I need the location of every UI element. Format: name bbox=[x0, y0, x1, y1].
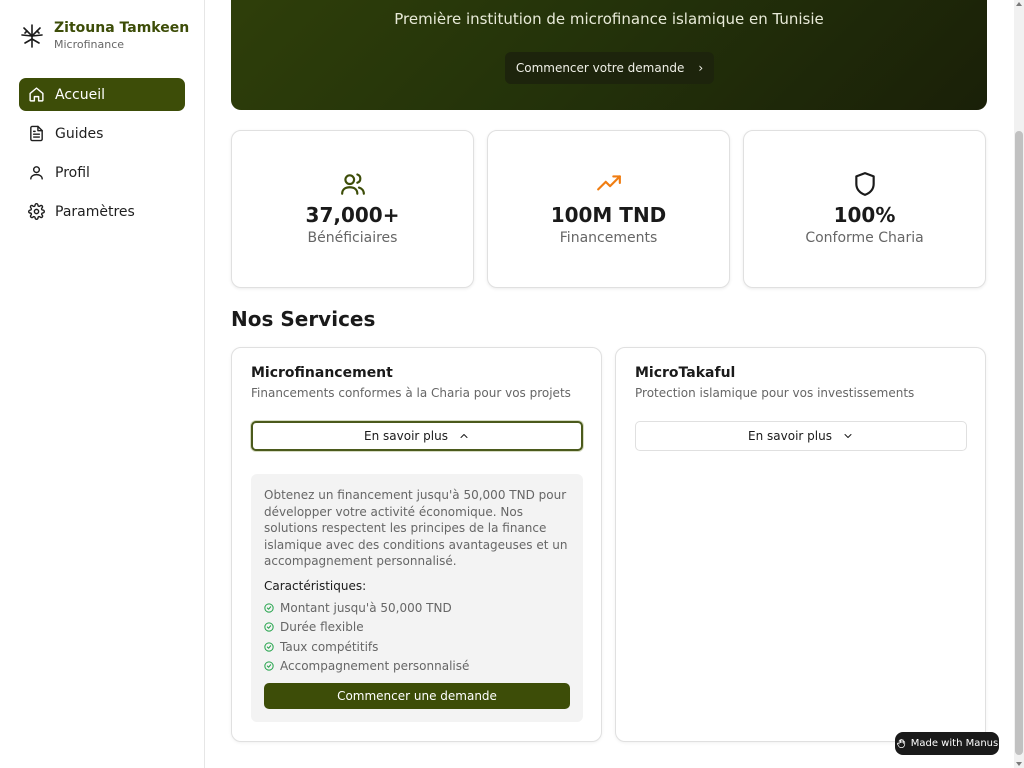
hero-subtitle: Première institution de microfinance isl… bbox=[394, 10, 824, 28]
manus-hand-icon bbox=[896, 739, 905, 748]
sidebar: Zitouna Tamkeen Microfinance Accueil Gui… bbox=[0, 0, 205, 768]
badge-label: Made with Manus bbox=[910, 738, 999, 749]
stat-card-financements: 100M TND Financements bbox=[487, 130, 730, 288]
card-description: Financements conformes à la Charia pour … bbox=[251, 386, 571, 400]
stat-value: 100M TND bbox=[550, 203, 667, 227]
scrollbar-thumb[interactable] bbox=[1015, 131, 1023, 755]
scroll-down-arrow-icon[interactable] bbox=[1016, 762, 1022, 766]
start-application-label: Commencer votre demande bbox=[515, 61, 685, 75]
details-panel: Obtenez un financement jusqu'à 50,000 TN… bbox=[251, 474, 583, 722]
scroll-up-arrow-icon[interactable] bbox=[1016, 2, 1022, 6]
check-circle-icon bbox=[264, 661, 274, 671]
brand-name: Zitouna Tamkeen bbox=[54, 20, 190, 36]
sidebar-item-guides[interactable]: Guides bbox=[19, 117, 185, 150]
chevron-up-icon bbox=[460, 434, 468, 438]
card-title: Microfinancement bbox=[251, 365, 393, 381]
feature-label: Durée flexible bbox=[280, 620, 364, 635]
sidebar-item-label: Guides bbox=[55, 125, 104, 142]
sidebar-nav: Accueil Guides Profil Paramètres bbox=[19, 78, 185, 234]
stat-card-conforme-charia: 100% Conforme Charia bbox=[743, 130, 986, 288]
section-title: Nos Services bbox=[231, 307, 376, 331]
card-title: MicroTakaful bbox=[635, 365, 736, 381]
stat-card-beneficiaires: 37,000+ Bénéficiaires bbox=[231, 130, 474, 288]
check-circle-icon bbox=[264, 622, 274, 632]
sidebar-item-label: Paramètres bbox=[55, 203, 135, 220]
users-icon bbox=[341, 173, 365, 195]
sidebar-item-parametres[interactable]: Paramètres bbox=[19, 195, 185, 228]
sidebar-item-label: Accueil bbox=[55, 86, 105, 103]
stat-label: Conforme Charia bbox=[805, 230, 924, 246]
hero-banner: Première institution de microfinance isl… bbox=[231, 0, 987, 110]
home-icon bbox=[29, 87, 44, 102]
learn-more-label: En savoir plus bbox=[364, 429, 448, 443]
check-circle-icon bbox=[264, 642, 274, 652]
feature-label: Montant jusqu'à 50,000 TND bbox=[280, 600, 452, 615]
stat-label: Bénéficiaires bbox=[307, 230, 398, 246]
features-title: Caractéristiques: bbox=[264, 579, 367, 593]
trending-up-icon bbox=[597, 175, 621, 191]
feature-label: Taux compétitifs bbox=[280, 639, 379, 654]
sidebar-item-profil[interactable]: Profil bbox=[19, 156, 185, 189]
list-item: Accompagnement personnalisé bbox=[264, 657, 469, 677]
learn-more-label: En savoir plus bbox=[748, 429, 832, 443]
stat-label: Financements bbox=[559, 230, 658, 246]
tree-icon bbox=[21, 24, 43, 48]
sidebar-item-accueil[interactable]: Accueil bbox=[19, 78, 185, 111]
stat-value: 37,000+ bbox=[305, 203, 400, 227]
stat-value: 100% bbox=[833, 203, 896, 227]
list-item: Taux compétitifs bbox=[264, 637, 469, 657]
chevron-right-icon: › bbox=[698, 61, 704, 75]
scrollbar[interactable] bbox=[1014, 0, 1024, 768]
learn-more-button[interactable]: En savoir plus bbox=[251, 421, 583, 451]
feature-label: Accompagnement personnalisé bbox=[280, 659, 470, 674]
sidebar-item-label: Profil bbox=[55, 164, 90, 181]
user-icon bbox=[30, 166, 43, 180]
check-circle-icon bbox=[264, 603, 274, 613]
features-list: Montant jusqu'à 50,000 TND Durée flexibl… bbox=[264, 598, 469, 676]
details-text: Obtenez un financement jusqu'à 50,000 TN… bbox=[264, 488, 568, 568]
start-application-button[interactable]: Commencer votre demande › bbox=[505, 52, 714, 84]
document-icon bbox=[30, 125, 43, 142]
service-card-microfinancement: Microfinancement Financements conformes … bbox=[231, 347, 602, 742]
list-item: Durée flexible bbox=[264, 618, 469, 638]
shield-icon bbox=[855, 172, 875, 196]
made-with-manus-badge[interactable]: Made with Manus bbox=[895, 732, 999, 755]
card-description: Protection islamique pour vos investisse… bbox=[635, 386, 915, 400]
learn-more-button[interactable]: En savoir plus bbox=[635, 421, 967, 451]
list-item: Montant jusqu'à 50,000 TND bbox=[264, 598, 469, 618]
gear-icon bbox=[28, 203, 45, 220]
service-card-microtakaful: MicroTakaful Protection islamique pour v… bbox=[615, 347, 986, 742]
brand-subtitle: Microfinance bbox=[54, 38, 125, 51]
brand[interactable]: Zitouna Tamkeen Microfinance bbox=[19, 19, 189, 53]
start-request-button[interactable]: Commencer une demande bbox=[264, 683, 570, 709]
chevron-down-icon bbox=[844, 434, 852, 438]
